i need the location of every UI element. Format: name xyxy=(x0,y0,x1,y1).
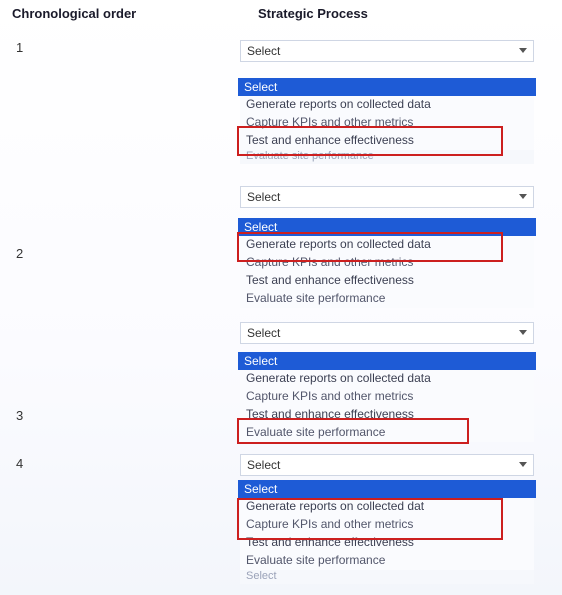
option-2-capture[interactable]: Capture KPIs and other metrics xyxy=(240,254,534,272)
select-box-1[interactable]: Select xyxy=(240,40,534,62)
option-1-evaluate-faded: Evaluate site performance xyxy=(240,150,534,164)
column-header-chronological: Chronological order xyxy=(12,6,136,21)
option-3-generate[interactable]: Generate reports on collected data xyxy=(240,370,534,388)
select-value-1: Select xyxy=(247,44,280,58)
chevron-down-icon xyxy=(519,48,527,53)
chevron-down-icon xyxy=(519,194,527,199)
option-4-test[interactable]: Test and enhance effectiveness xyxy=(240,534,534,552)
dropdown-header-3: Select xyxy=(238,352,536,370)
option-2-test[interactable]: Test and enhance effectiveness xyxy=(240,272,534,290)
row-number-3: 3 xyxy=(16,408,23,423)
option-1-test[interactable]: Test and enhance effectiveness xyxy=(240,132,534,150)
select-value-3: Select xyxy=(247,326,280,340)
column-header-strategic: Strategic Process xyxy=(258,6,368,21)
chevron-down-icon xyxy=(519,462,527,467)
option-2-generate[interactable]: Generate reports on collected data xyxy=(240,236,534,254)
select-box-3[interactable]: Select xyxy=(240,322,534,344)
select-value-2: Select xyxy=(247,190,280,204)
option-4-generate[interactable]: Generate reports on collected dat xyxy=(240,498,534,516)
select-box-2[interactable]: Select xyxy=(240,186,534,208)
dropdown-header-2: Select xyxy=(238,218,536,236)
option-3-capture[interactable]: Capture KPIs and other metrics xyxy=(240,388,534,406)
option-2-evaluate[interactable]: Evaluate site performance xyxy=(240,290,534,308)
select-value-4: Select xyxy=(247,458,280,472)
option-4-select-cut: Select xyxy=(240,570,534,584)
select-box-4[interactable]: Select xyxy=(240,454,534,476)
row-number-4: 4 xyxy=(16,456,23,471)
row-number-2: 2 xyxy=(16,246,23,261)
option-1-generate[interactable]: Generate reports on collected data xyxy=(240,96,534,114)
option-4-capture[interactable]: Capture KPIs and other metrics xyxy=(240,516,534,534)
option-3-evaluate[interactable]: Evaluate site performance xyxy=(240,424,534,442)
dropdown-header-4: Select xyxy=(238,480,536,498)
row-number-1: 1 xyxy=(16,40,23,55)
option-3-test[interactable]: Test and enhance effectiveness xyxy=(240,406,534,424)
chevron-down-icon xyxy=(519,330,527,335)
dropdown-header-1: Select xyxy=(238,78,536,96)
option-4-evaluate[interactable]: Evaluate site performance xyxy=(240,552,534,570)
option-1-capture[interactable]: Capture KPIs and other metrics xyxy=(240,114,534,132)
